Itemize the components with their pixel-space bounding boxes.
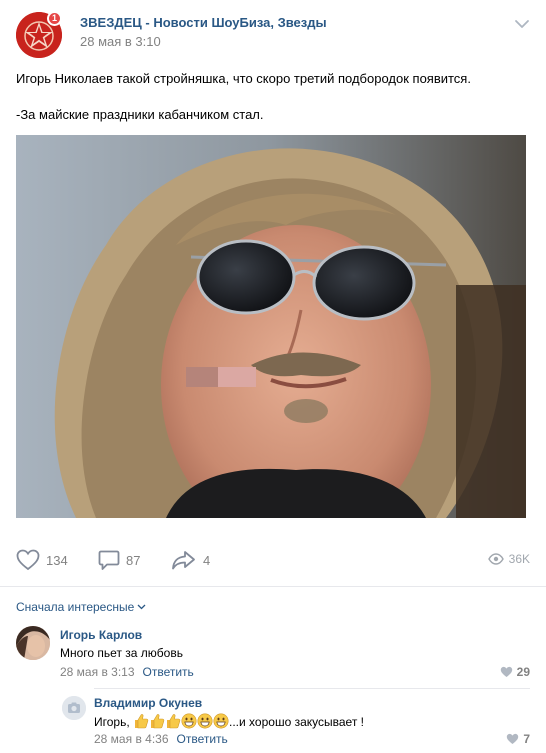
like-button[interactable]: 134 xyxy=(16,549,68,571)
comment-like-button[interactable]: 7 xyxy=(506,732,530,746)
comment-date[interactable]: 28 мая в 3:13 xyxy=(60,665,135,679)
comment-icon xyxy=(98,550,120,570)
grin-icon xyxy=(197,713,213,729)
comment-date[interactable]: 28 мая в 4:36 xyxy=(94,732,169,746)
comment-text: Много пьет за любовь xyxy=(60,646,183,660)
avatar[interactable] xyxy=(16,626,50,660)
heart-icon xyxy=(507,733,519,744)
post-actions: 134 87 4 36K xyxy=(16,540,530,580)
post-header: 1 ЗВЕЗДЕЦ - Новости ШоуБиза, Звезды 28 м… xyxy=(16,11,530,60)
photo-icon xyxy=(16,135,526,518)
post-photo[interactable] xyxy=(16,135,526,518)
heart-icon xyxy=(16,549,40,571)
comment: Владимир Окунев Игорь, ...и хорошо закус… xyxy=(62,696,530,748)
share-icon xyxy=(172,551,195,570)
post-text: Игорь Николаев такой стройняшка, что ско… xyxy=(16,70,530,142)
comments-sort-label: Сначала интересные xyxy=(16,600,135,614)
comment-text: Игорь, ...и хорошо закусывает ! xyxy=(94,713,364,729)
grin-icon xyxy=(213,713,229,729)
comment-count: 87 xyxy=(126,552,141,568)
user-photo-icon xyxy=(16,626,50,660)
comment-meta: 28 мая в 4:36 Ответить xyxy=(94,732,228,746)
group-name-link[interactable]: ЗВЕЗДЕЦ - Новости ШоуБиза, Звезды xyxy=(80,15,327,30)
divider xyxy=(94,688,530,689)
camera-icon xyxy=(62,696,86,720)
eye-icon xyxy=(487,553,504,565)
thumbs-up-icon xyxy=(151,714,165,729)
share-button[interactable]: 4 xyxy=(171,549,210,571)
notification-badge: 1 xyxy=(47,11,62,26)
reply-link[interactable]: Ответить xyxy=(177,732,228,746)
post-text-line: Игорь Николаев такой стройняшка, что ско… xyxy=(16,71,471,86)
grin-icon xyxy=(181,713,197,729)
comment-like-count: 7 xyxy=(523,732,530,746)
comment-like-count: 29 xyxy=(516,665,530,679)
comment-button[interactable]: 87 xyxy=(98,549,140,571)
post-date[interactable]: 28 мая в 3:10 xyxy=(80,34,161,49)
views-counter: 36K xyxy=(487,552,530,566)
comment-author[interactable]: Игорь Карлов xyxy=(60,628,142,642)
comment-text-suffix: ...и хорошо закусывает ! xyxy=(229,715,364,729)
chevron-down-icon[interactable] xyxy=(514,16,530,32)
comment-text-prefix: Игорь, xyxy=(94,715,130,729)
thumbs-up-icon xyxy=(167,714,181,729)
comments-sort-dropdown[interactable]: Сначала интересные xyxy=(16,600,146,614)
chevron-down-icon xyxy=(137,604,146,610)
thumbs-up-icon xyxy=(135,714,149,729)
avatar[interactable] xyxy=(62,696,86,720)
comment: Игорь Карлов Много пьет за любовь 28 мая… xyxy=(16,626,530,682)
views-count: 36K xyxy=(508,552,530,566)
like-count: 134 xyxy=(46,552,68,568)
share-count: 4 xyxy=(203,552,211,568)
heart-icon xyxy=(500,666,512,677)
reply-link[interactable]: Ответить xyxy=(143,665,194,679)
post-text-line: -За майские праздники кабанчиком стал. xyxy=(16,107,264,122)
comment-author[interactable]: Владимир Окунев xyxy=(94,696,202,710)
divider xyxy=(0,586,546,587)
comment-like-button[interactable]: 29 xyxy=(500,665,530,679)
comment-meta: 28 мая в 3:13 Ответить xyxy=(60,665,194,679)
